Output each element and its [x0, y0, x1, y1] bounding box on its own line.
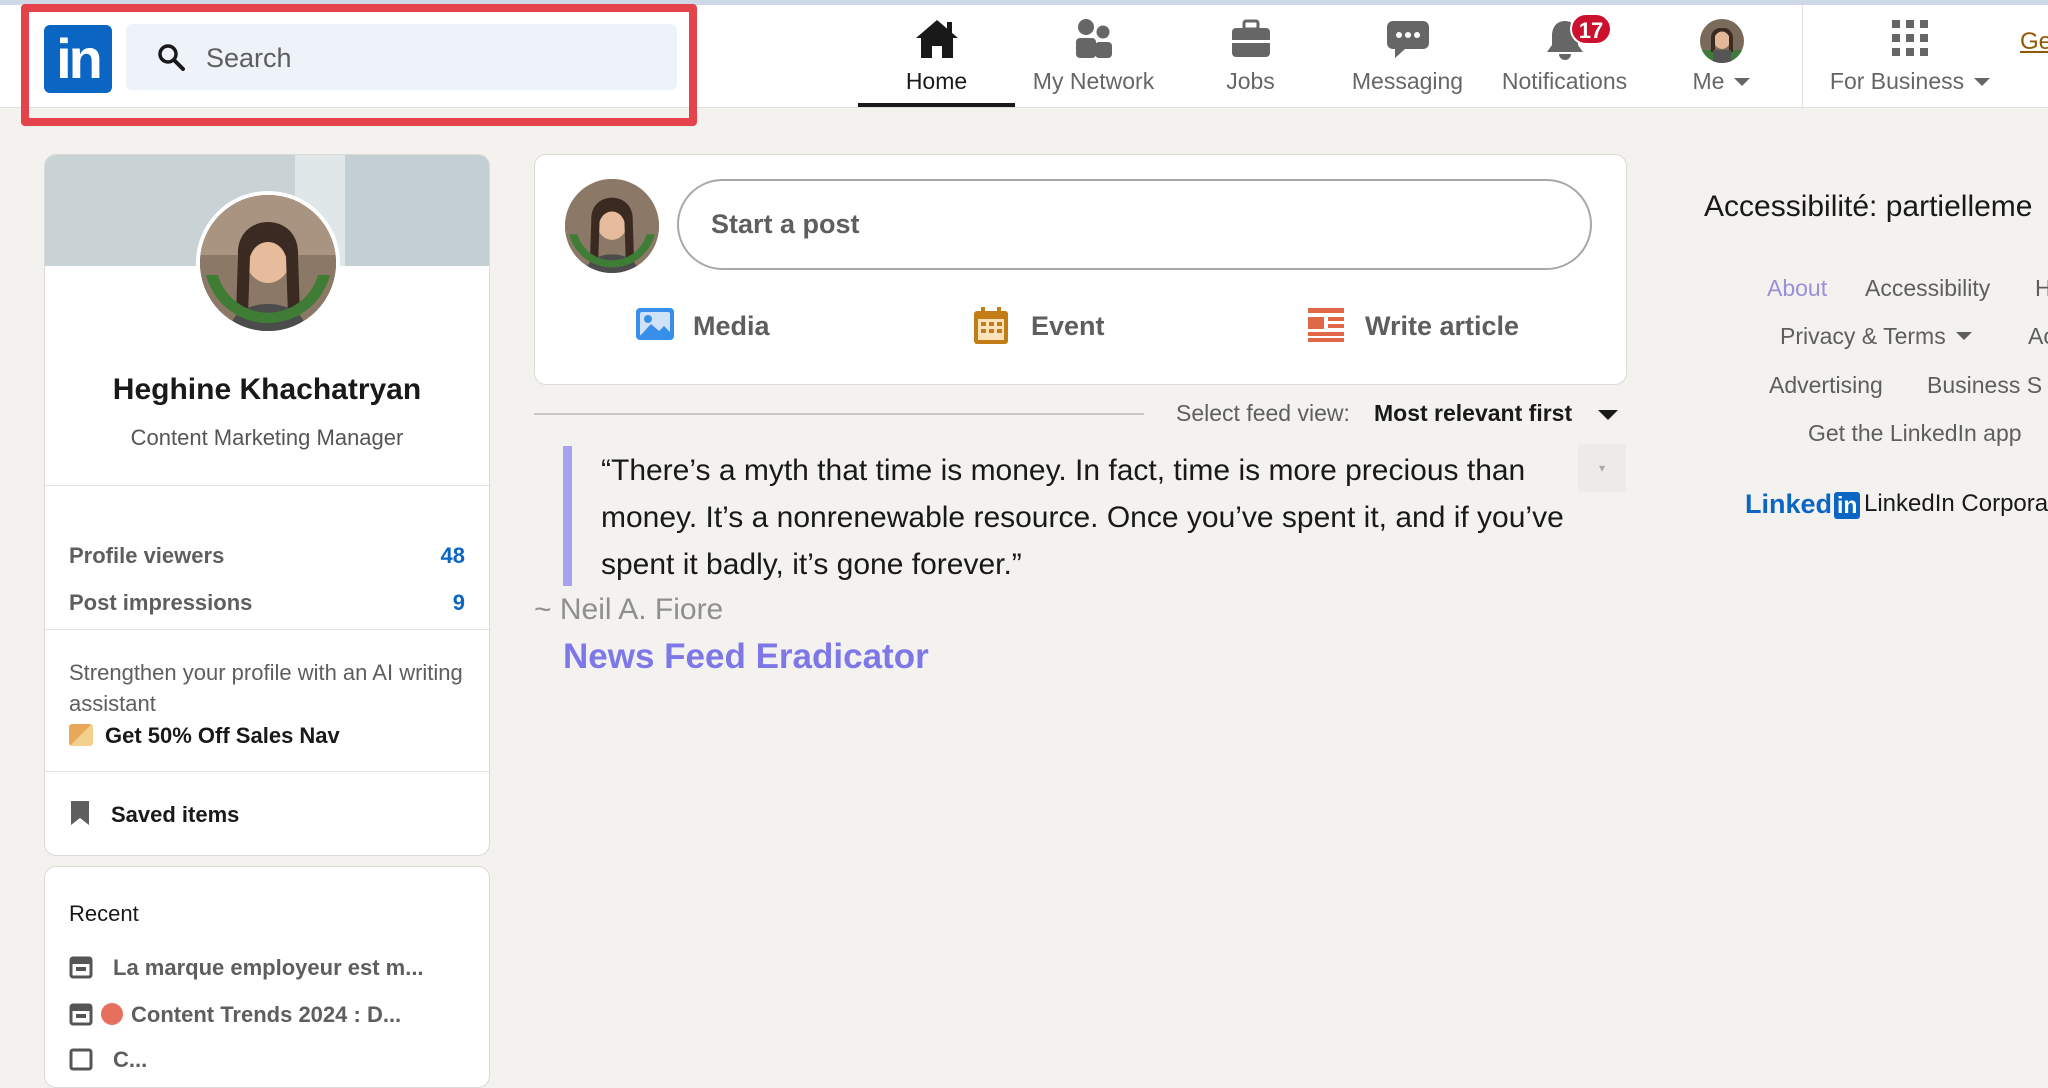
start-post-button[interactable]: Start a post	[677, 179, 1592, 270]
emoji-icon	[101, 1003, 123, 1025]
privacy-label: Privacy & Terms	[1780, 323, 1946, 349]
avatar	[1699, 18, 1745, 70]
recent-card: Recent La marque employeur est m... Cont…	[44, 866, 490, 1088]
stat-label: Profile viewers	[69, 543, 225, 568]
news-feed-eradicator-link[interactable]: News Feed Eradicator	[563, 637, 929, 677]
me-label: Me	[1692, 68, 1725, 94]
caret-down-icon[interactable]	[1598, 410, 1618, 420]
linkedin-footer-logo: Linked in	[1745, 489, 1861, 520]
write-article-button[interactable]: Write article	[1307, 297, 1567, 357]
nav-my-network[interactable]: My Network	[1015, 14, 1172, 107]
recent-item-label: C...	[113, 1047, 148, 1072]
footer-about-link[interactable]: About	[1767, 275, 1827, 302]
event-button[interactable]: Event	[973, 297, 1173, 357]
nav-me[interactable]: Me	[1643, 14, 1800, 107]
promo-text: Strengthen your profile with an AI writi…	[69, 660, 463, 716]
footer-ad-choices-link[interactable]: Ac	[2028, 323, 2048, 350]
stat-value: 9	[452, 590, 465, 615]
nav-label: Messaging	[1351, 68, 1464, 94]
footer-logo-text: Linked	[1745, 489, 1833, 519]
briefcase-icon	[1229, 18, 1273, 66]
promo-link[interactable]: Get 50% Off Sales Nav	[69, 723, 340, 749]
recent-item-label: La marque employeur est m...	[113, 955, 424, 980]
footer-advertising-link[interactable]: Advertising	[1769, 372, 1883, 399]
quote-bar	[563, 446, 572, 586]
nav-truncated-link[interactable]: Ge	[2020, 28, 2048, 56]
saved-items-label: Saved items	[111, 802, 240, 827]
footer-business-link[interactable]: Business S	[1927, 372, 2042, 399]
footer-privacy-link[interactable]: Privacy & Terms	[1780, 323, 1972, 350]
recent-item[interactable]: C...	[69, 1047, 147, 1077]
accessibility-heading: Accessibilité: partielleme	[1704, 190, 2033, 223]
highlight-box	[21, 4, 697, 126]
feed-view-value[interactable]: Most relevant first	[1374, 400, 1572, 427]
write-article-label: Write article	[1365, 311, 1520, 341]
chevron-down-icon	[1974, 78, 1991, 86]
nav-messaging[interactable]: Messaging	[1329, 14, 1486, 107]
nav-notifications[interactable]: Notifications	[1486, 14, 1643, 107]
footer-help-link[interactable]: H	[2035, 275, 2048, 302]
nav-jobs[interactable]: Jobs	[1172, 14, 1329, 107]
feed-view-label: Select feed view:	[1176, 400, 1350, 426]
footer-logo-in: in	[1834, 492, 1861, 519]
chat-icon	[1385, 18, 1431, 66]
image-icon	[635, 307, 675, 348]
notification-badge: 17	[1570, 13, 1612, 45]
cover-shape	[345, 155, 489, 266]
media-button[interactable]: Media	[635, 297, 835, 357]
profile-headline: Content Marketing Manager	[130, 425, 404, 450]
calendar-icon	[69, 955, 93, 985]
divider	[45, 629, 489, 630]
recent-item[interactable]: La marque employeur est m...	[69, 955, 424, 985]
nav-label: Me	[1643, 68, 1800, 95]
quote-author: ~ Neil A. Fiore	[534, 593, 724, 626]
active-tab-indicator	[858, 103, 1015, 107]
event-label: Event	[1031, 311, 1105, 341]
home-icon	[914, 18, 960, 66]
bookmark-icon	[69, 799, 91, 833]
saved-items-link[interactable]: Saved items	[69, 799, 239, 833]
nav-label: My Network	[1032, 68, 1155, 94]
chevron-down-icon	[1734, 78, 1751, 86]
profile-name[interactable]: Heghine Khachatryan	[45, 373, 489, 407]
people-icon	[1072, 18, 1116, 66]
promo-link-label: Get 50% Off Sales Nav	[105, 723, 340, 748]
premium-icon	[69, 724, 93, 746]
calendar-icon	[69, 1002, 93, 1032]
for-business-label: For Business	[1829, 68, 1965, 94]
feed-divider	[534, 413, 1144, 415]
profile-avatar[interactable]	[196, 191, 340, 335]
nav-divider	[1802, 5, 1803, 107]
stat-value: 48	[440, 543, 465, 568]
nav-for-business[interactable]: For Business	[1810, 14, 2010, 107]
post-composer-card: Start a post Media Event Write article	[534, 154, 1627, 385]
quote-text: “There’s a myth that time is money. In f…	[601, 454, 1564, 581]
quote-menu-button[interactable]: ▾	[1578, 444, 1626, 492]
calendar-icon	[973, 307, 1009, 352]
chevron-down-icon	[1955, 332, 1972, 340]
divider	[45, 771, 489, 772]
nav-label: For Business	[1810, 68, 2010, 95]
profile-card: Heghine Khachatryan Content Marketing Ma…	[44, 154, 490, 856]
nav-label: Notifications	[1501, 68, 1628, 94]
recent-title: Recent	[69, 901, 139, 926]
grid-icon	[1890, 18, 1930, 64]
nav-label: Jobs	[1226, 68, 1275, 94]
media-label: Media	[693, 311, 770, 341]
divider	[45, 485, 489, 486]
calendar-icon	[69, 1047, 93, 1077]
corporation-text: LinkedIn Corpora	[1864, 490, 2048, 517]
recent-item[interactable]: Content Trends 2024 : D...	[69, 1002, 401, 1032]
footer-accessibility-link[interactable]: Accessibility	[1865, 275, 1990, 302]
nav-home[interactable]: Home	[858, 14, 1015, 107]
footer-app-link[interactable]: Get the LinkedIn app	[1808, 420, 2022, 447]
composer-avatar[interactable]	[565, 179, 659, 273]
nav-label: Home	[905, 68, 968, 94]
article-icon	[1307, 307, 1345, 350]
stat-label: Post impressions	[69, 590, 253, 615]
recent-item-label: Content Trends 2024 : D...	[131, 1002, 402, 1027]
